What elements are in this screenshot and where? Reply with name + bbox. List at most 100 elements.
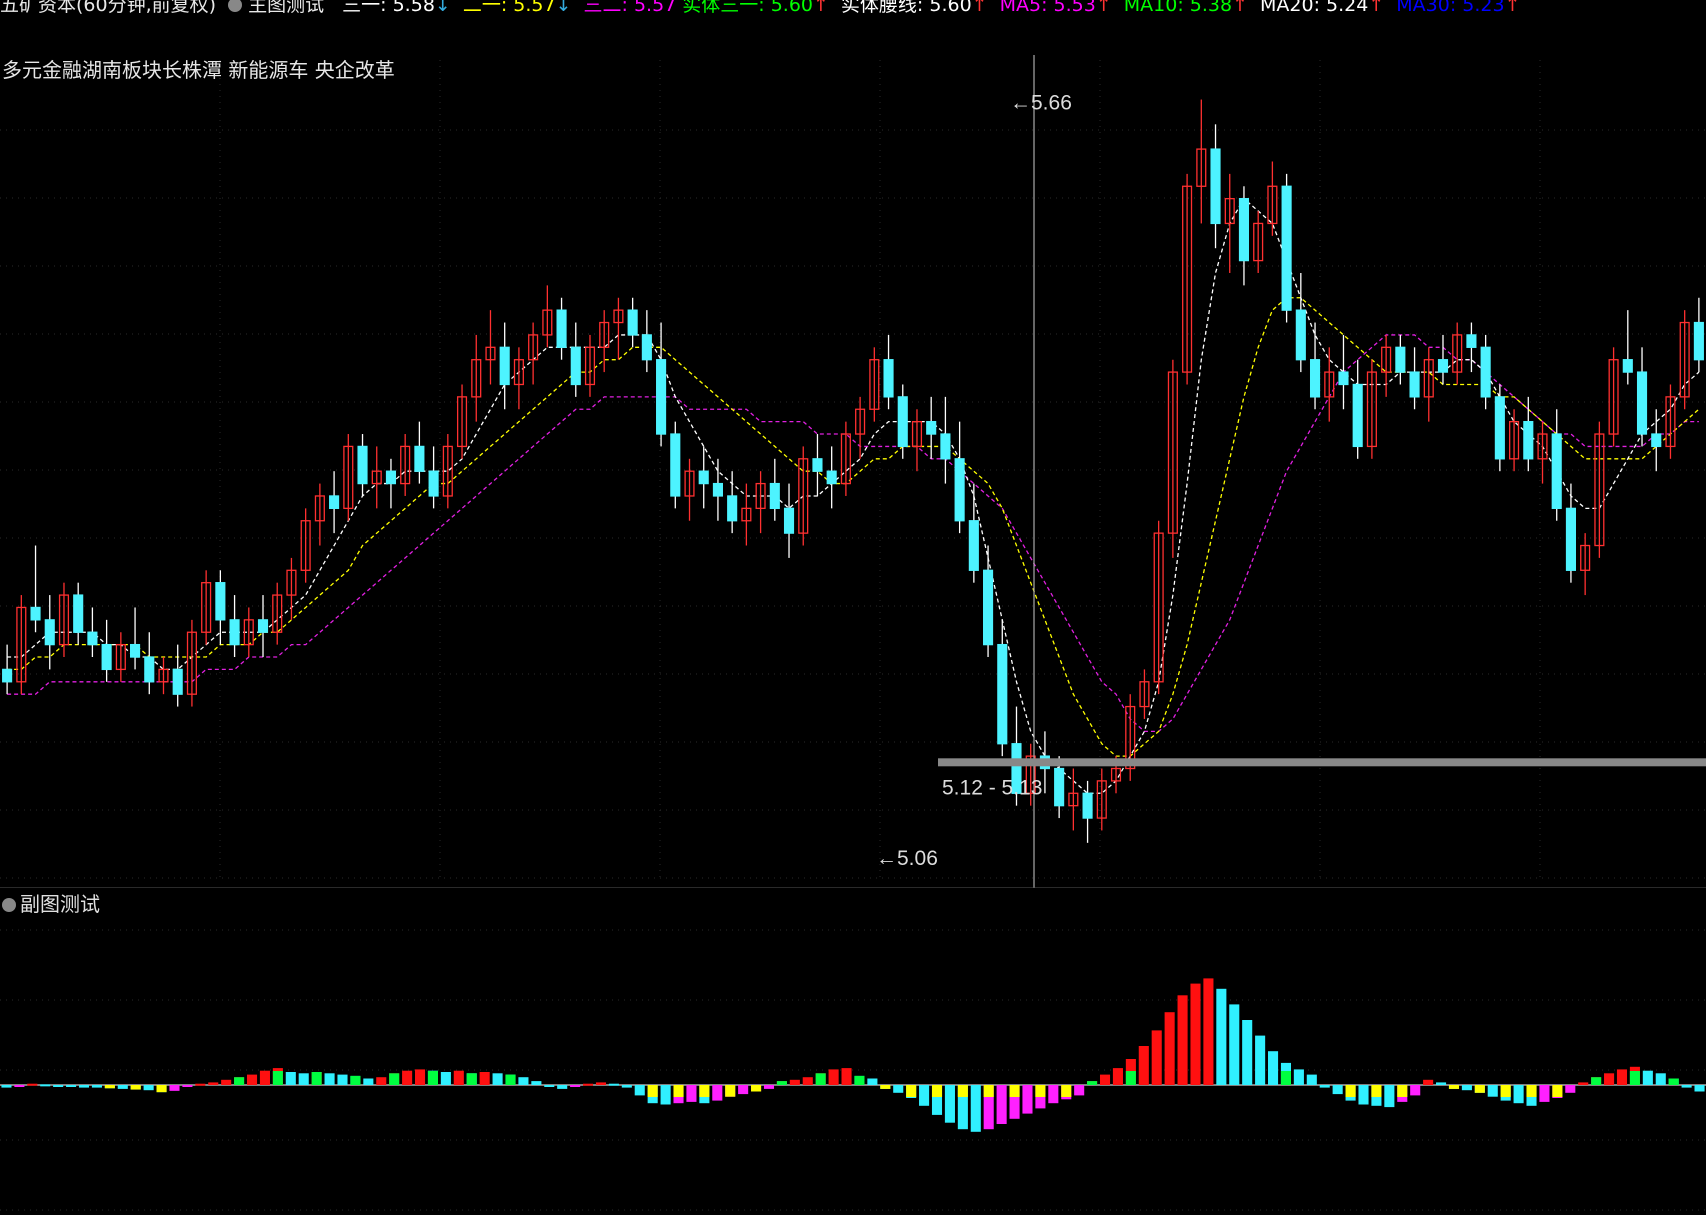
histogram-bar (182, 1085, 193, 1087)
histogram-bar (1229, 1004, 1240, 1085)
histogram-bar-accent (1448, 1085, 1460, 1089)
histogram-bar (841, 1068, 852, 1085)
histogram-bar (1177, 995, 1188, 1085)
indicator-value-3: 实体三一: 5.60↑ (682, 0, 835, 16)
histogram-bar (1694, 1085, 1705, 1092)
histogram-bar (1487, 1085, 1498, 1097)
indicator-value-5: MA5: 5.53↑ (1000, 0, 1118, 16)
histogram-bar (117, 1085, 128, 1089)
histogram-bar (1578, 1082, 1589, 1085)
indicator-header: 五矿资本(60分钟,前复权) 主图测试 三一: 5.58↓ 二一: 5.57↓ 三二… (0, 0, 1706, 18)
histogram-bar (1436, 1082, 1447, 1085)
histogram-bar-accent (389, 1073, 400, 1085)
histogram-bar (893, 1085, 904, 1093)
histogram-bar-accent (1061, 1085, 1072, 1097)
indicator-value-4: 实体腰线: 5.60↑ (841, 0, 994, 16)
histogram-bar (492, 1073, 503, 1085)
histogram-bar (1332, 1085, 1343, 1095)
arrow-up-icon: ↑ (1504, 0, 1521, 16)
histogram-bar (440, 1072, 451, 1085)
histogram-bar-accent (1280, 1071, 1292, 1085)
indicator-value-1: 二一: 5.57↓ (463, 0, 578, 16)
histogram-bar-accent (1125, 1071, 1136, 1085)
histogram-bar (621, 1085, 632, 1088)
histogram-bar-accent (725, 1085, 736, 1097)
histogram-bar-accent (957, 1085, 968, 1097)
histogram-bar (1048, 1085, 1059, 1104)
histogram-bar-accent (776, 1081, 787, 1085)
histogram-bar (1423, 1079, 1434, 1085)
histogram-bar-accent (673, 1085, 684, 1097)
histogram-bar (828, 1069, 839, 1085)
histogram-bar (738, 1085, 749, 1095)
indicator-value-2: 三二: 5.57 (583, 0, 677, 16)
histogram-bar-accent (1397, 1085, 1408, 1097)
histogram-bar (1604, 1073, 1615, 1085)
collapse-icon[interactable] (2, 898, 16, 912)
histogram-bar-accent (983, 1085, 994, 1097)
histogram-bar (1074, 1085, 1085, 1096)
histogram-bar (970, 1085, 981, 1132)
histogram-bar-accent (647, 1085, 658, 1097)
histogram-bar (712, 1085, 723, 1101)
histogram-bar (660, 1085, 671, 1105)
histogram-bar (66, 1085, 77, 1087)
histogram-bar (1242, 1020, 1253, 1085)
histogram-bar (1655, 1073, 1666, 1085)
histogram-bar-accent (1526, 1085, 1537, 1097)
histogram-bar (479, 1072, 490, 1085)
histogram-bar-accent (427, 1071, 439, 1085)
histogram-bar (1255, 1035, 1266, 1085)
histogram-bar (14, 1085, 25, 1087)
histogram-bar-accent (311, 1072, 322, 1085)
histogram-bar (1410, 1085, 1421, 1096)
histogram-bar (1539, 1085, 1550, 1102)
histogram-bar (246, 1074, 258, 1085)
indicator-value-6: MA10: 5.38↑ (1124, 0, 1254, 16)
histogram-bar-accent (234, 1077, 245, 1085)
sub-indicator-name: 副图测试 (20, 892, 100, 916)
histogram-bar (608, 1083, 619, 1086)
histogram-bar (544, 1085, 555, 1087)
histogram-bar (1216, 988, 1227, 1085)
histogram-bar-accent (466, 1073, 477, 1085)
sub-indicator-header[interactable]: 副图测试 (2, 888, 100, 917)
histogram-bar (1022, 1085, 1033, 1114)
histogram-bar (1203, 978, 1214, 1085)
histogram-bar-accent (1035, 1085, 1046, 1097)
histogram-bar (453, 1070, 464, 1085)
histogram-bar (518, 1077, 529, 1085)
histogram-bar (1099, 1074, 1111, 1085)
histogram-bar (324, 1073, 335, 1085)
histogram-bar-accent (880, 1085, 891, 1089)
histogram-bar (337, 1074, 348, 1085)
histogram-bar (1681, 1085, 1692, 1088)
histogram-bar (221, 1079, 232, 1085)
histogram-bar (1565, 1085, 1576, 1093)
histogram-bar-accent (906, 1085, 917, 1097)
histogram-bar-accent (1500, 1085, 1511, 1097)
arrow-up-icon: ↑ (1095, 0, 1112, 16)
stock-label[interactable]: 五矿资本(60分钟,前复权) (0, 0, 216, 16)
collapse-icon[interactable] (228, 0, 243, 12)
histogram-bar-accent (1345, 1085, 1356, 1097)
histogram-bar (259, 1070, 270, 1085)
histogram-bar (195, 1083, 206, 1086)
histogram-bar (634, 1085, 645, 1096)
histogram-bar-accent (1009, 1085, 1020, 1097)
histogram-bar (789, 1079, 800, 1085)
histogram-bar (402, 1070, 413, 1085)
histogram-bar-accent (104, 1085, 115, 1089)
sub-chart[interactable] (0, 0, 1706, 1215)
indicator-name[interactable]: 主图测试 (228, 0, 330, 16)
histogram-bar (1138, 1046, 1149, 1085)
histogram-bar (557, 1085, 568, 1089)
indicator-value-8: MA30: 5.23↑ (1396, 0, 1526, 16)
histogram-bar (1293, 1069, 1304, 1085)
arrow-up-icon: ↑ (971, 0, 988, 16)
arrow-down-icon: ↓ (555, 0, 572, 16)
indicator-values: 三一: 5.58↓ 二一: 5.57↓ 三二: 5.57 实体三一: 5.60↑ 实体腰… (342, 0, 1532, 16)
histogram-bar (867, 1078, 878, 1085)
histogram-bar (1267, 1051, 1279, 1085)
histogram-bar (1164, 1012, 1175, 1085)
